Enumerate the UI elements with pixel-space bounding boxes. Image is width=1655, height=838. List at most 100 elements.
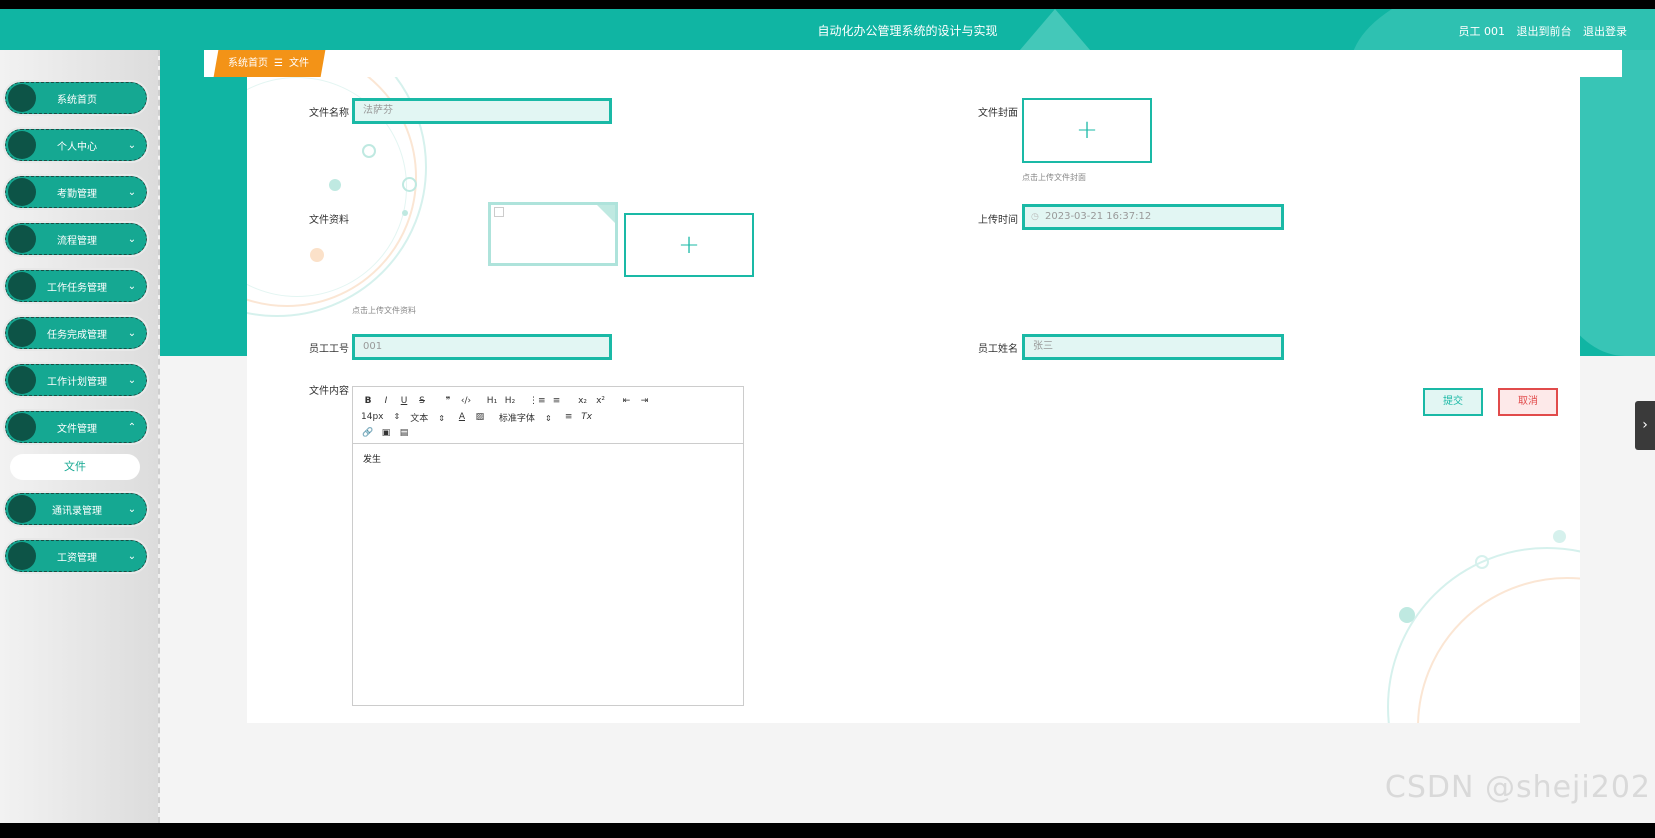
sidebar-item-work-task[interactable]: 工作任务管理 ⌄	[3, 268, 149, 304]
cover-upload-button[interactable]: +	[1022, 98, 1152, 163]
file-name-input[interactable]: 法萨芬	[352, 98, 612, 124]
background-color-button[interactable]: ▨	[473, 412, 487, 422]
sidebar-item-task-completion[interactable]: 任务完成管理 ⌄	[3, 315, 149, 351]
breadcrumb-separator-icon: ☰	[274, 58, 283, 69]
sidebar-item-label: 工作任务管理	[47, 282, 107, 294]
chevron-down-icon: ⌄	[127, 280, 137, 292]
bold-button[interactable]: B	[361, 396, 375, 406]
h2-button[interactable]: H₂	[503, 396, 517, 406]
employee-name-label: 员工姓名	[978, 344, 1018, 355]
logout-link[interactable]: 退出登录	[1583, 25, 1627, 38]
select-arrow-icon: ⇕	[393, 412, 401, 421]
editor-content[interactable]: 发生	[353, 444, 743, 473]
editor-toolbar: B I U S ❞ ‹/› H₁ H₂ ⋮≡ ≡ x₂ x² ⇤ ⇥ 14px …	[353, 387, 743, 444]
clear-format-button[interactable]: Tx	[580, 412, 594, 422]
upload-time-input[interactable]: ◷ 2023-03-21 16:37:12	[1022, 204, 1284, 230]
font-color-button[interactable]: A	[455, 412, 469, 422]
content-label: 文件内容	[309, 386, 349, 397]
image-corner-decoration	[597, 205, 615, 223]
ordered-list-button[interactable]: ⋮≡	[529, 396, 546, 406]
sidebar-subitem-file[interactable]: 文件	[10, 454, 140, 480]
nav-dot-icon	[8, 131, 36, 159]
sidebar-item-label: 系统首页	[57, 94, 97, 106]
app-title: 自动化办公管理系统的设计与实现	[817, 24, 998, 38]
code-button[interactable]: ‹/›	[459, 396, 473, 406]
decoration-dot	[1475, 555, 1489, 569]
font-size-select[interactable]: 14px ⇕	[361, 412, 400, 422]
breadcrumb-current: 文件	[288, 58, 309, 69]
indent-button[interactable]: ⇥	[638, 396, 652, 406]
employee-no-label: 员工工号	[309, 344, 349, 355]
upload-time-value: 2023-03-21 16:37:12	[1045, 211, 1152, 222]
sidebar-item-label: 工作计划管理	[47, 376, 107, 388]
cover-upload-hint: 点击上传文件封面	[1022, 173, 1086, 182]
sidebar-item-personal-center[interactable]: 个人中心 ⌄	[3, 127, 149, 163]
sidebar-item-attendance[interactable]: 考勤管理 ⌄	[3, 174, 149, 210]
cover-label: 文件封面	[978, 108, 1018, 119]
subscript-button[interactable]: x₂	[576, 396, 590, 406]
h1-button[interactable]: H₁	[485, 396, 499, 406]
breadcrumb: 系统首页 ☰ 文件	[204, 50, 1622, 77]
submit-button[interactable]: 提交	[1423, 388, 1483, 416]
material-upload-button[interactable]: +	[624, 213, 754, 277]
chevron-down-icon: ⌄	[127, 503, 137, 515]
sidebar-item-home[interactable]: 系统首页	[3, 80, 149, 116]
text-type-select[interactable]: 文本 ⇕	[410, 411, 445, 424]
upload-time-label: 上传时间	[978, 215, 1018, 226]
top-header: 自动化办公管理系统的设计与实现 员工 001 退出到前台 退出登录	[0, 9, 1655, 50]
sidebar-item-label: 工资管理	[57, 552, 97, 564]
chevron-down-icon: ⌄	[127, 139, 137, 151]
decoration-dot	[402, 210, 408, 216]
sidebar-item-process[interactable]: 流程管理 ⌄	[3, 221, 149, 257]
text-type-value: 文本	[410, 413, 429, 424]
decoration-dot	[310, 248, 324, 262]
employee-name-input[interactable]: 张三	[1022, 334, 1284, 360]
sidebar-item-work-plan[interactable]: 工作计划管理 ⌄	[3, 362, 149, 398]
chevron-down-icon: ⌄	[127, 186, 137, 198]
chevron-down-icon: ⌄	[127, 374, 137, 386]
bullet-list-button[interactable]: ≡	[550, 396, 564, 406]
nav-dot-icon	[8, 542, 36, 570]
material-label: 文件资料	[309, 215, 349, 226]
link-icon[interactable]: 🔗	[361, 428, 375, 438]
strike-button[interactable]: S	[415, 396, 429, 406]
employee-no-input[interactable]: 001	[352, 334, 612, 360]
font-family-select[interactable]: 标准字体 ⇕	[499, 411, 552, 424]
chevron-down-icon: ⌄	[127, 233, 137, 245]
italic-button[interactable]: I	[379, 396, 393, 406]
decoration-dot	[1553, 530, 1566, 543]
font-size-value: 14px	[361, 412, 384, 422]
broken-image-preview	[488, 202, 618, 266]
sidebar-item-label: 文件管理	[57, 423, 97, 435]
sidebar-item-label: 考勤管理	[57, 188, 97, 200]
video-icon[interactable]: ▤	[397, 428, 411, 438]
file-name-label: 文件名称	[309, 108, 349, 119]
breadcrumb-home[interactable]: 系统首页	[228, 50, 268, 77]
nav-dot-icon	[8, 495, 36, 523]
collapse-panel-button[interactable]: ›	[1635, 401, 1655, 450]
sidebar-item-salary[interactable]: 工资管理 ⌄	[3, 538, 149, 574]
watermark: CSDN @sheji202	[1384, 770, 1651, 805]
align-button[interactable]: ≡	[562, 412, 576, 422]
rich-text-editor: B I U S ❞ ‹/› H₁ H₂ ⋮≡ ≡ x₂ x² ⇤ ⇥ 14px …	[352, 386, 744, 706]
sidebar: 系统首页 个人中心 ⌄ 考勤管理 ⌄ 流程管理 ⌄ 工作任务管理 ⌄ 任务完成管…	[0, 50, 160, 823]
image-icon[interactable]: ▣	[379, 428, 393, 438]
decoration-dot	[329, 179, 341, 191]
chevron-down-icon: ⌄	[127, 550, 137, 562]
sidebar-item-label: 任务完成管理	[47, 329, 107, 341]
nav-dot-icon	[8, 178, 36, 206]
material-upload-hint: 点击上传文件资料	[352, 306, 416, 315]
sidebar-item-contacts[interactable]: 通讯录管理 ⌄	[3, 491, 149, 527]
decoration-dot	[362, 144, 376, 158]
app-window: 自动化办公管理系统的设计与实现 员工 001 退出到前台 退出登录 系统首页 个…	[0, 9, 1655, 823]
outdent-button[interactable]: ⇤	[620, 396, 634, 406]
underline-button[interactable]: U	[397, 396, 411, 406]
quote-button[interactable]: ❞	[441, 396, 455, 406]
superscript-button[interactable]: x²	[594, 396, 608, 406]
nav-dot-icon	[8, 319, 36, 347]
back-to-front-link[interactable]: 退出到前台	[1517, 25, 1572, 38]
sidebar-item-file-management[interactable]: 文件管理 ⌃	[3, 409, 149, 445]
cancel-button[interactable]: 取消	[1498, 388, 1558, 416]
breadcrumb-divider	[314, 50, 316, 77]
nav-dot-icon	[8, 84, 36, 112]
